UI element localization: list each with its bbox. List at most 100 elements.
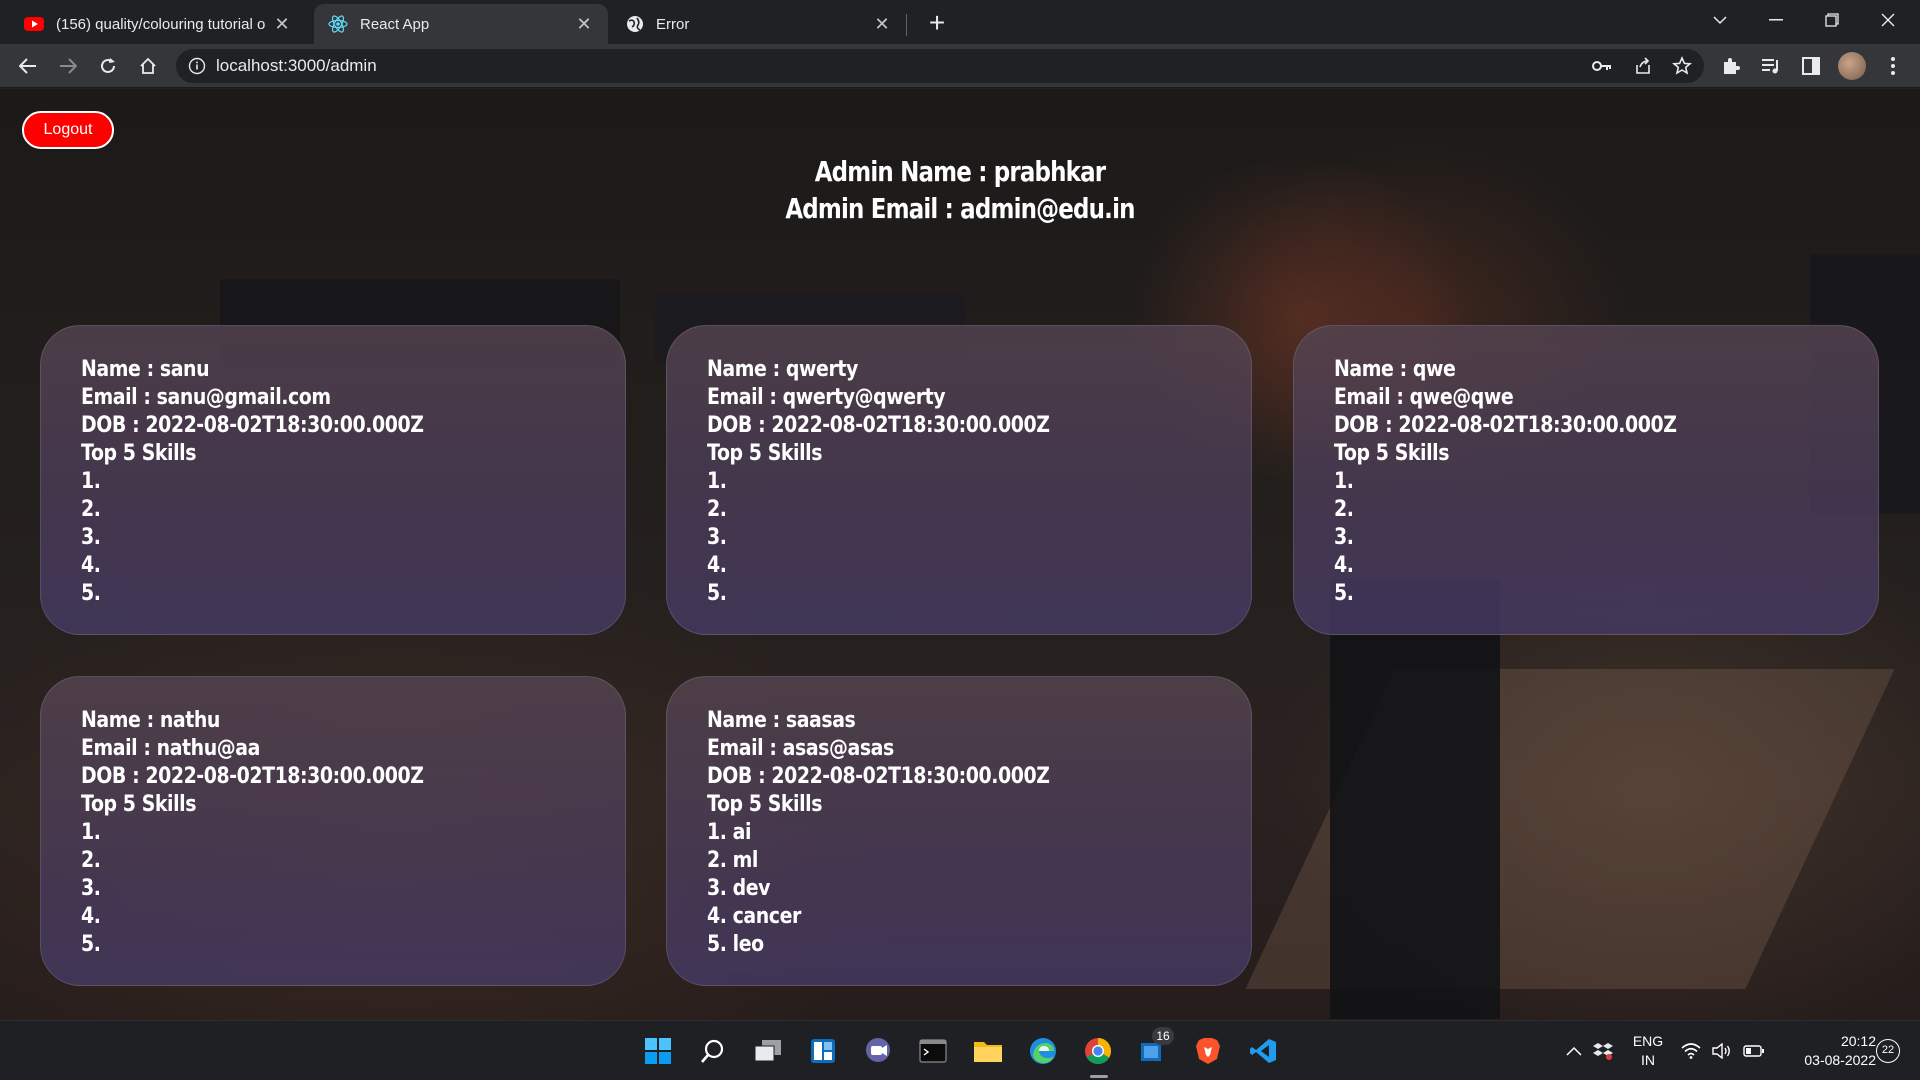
tab-react-app[interactable]: React App ✕ [314,4,608,44]
close-window-button[interactable] [1860,0,1916,40]
tab-separator [906,14,907,36]
extensions-icon[interactable] [1717,52,1745,80]
minimize-button[interactable] [1748,0,1804,40]
brave-icon [1196,1038,1220,1064]
admin-email: Admin Email : admin@edu.in [785,192,1135,225]
youtube-icon [24,17,44,31]
admin-page: Logout Admin Name : prabhkar Admin Email… [0,89,1920,1020]
skill-item: 4. [707,553,727,578]
windows-icon [645,1038,671,1064]
vscode-icon [1250,1039,1276,1063]
bookmark-star-icon[interactable] [1668,52,1696,80]
skill-item: 3. [1334,525,1354,550]
user-email: Email : asas@asas [707,736,894,761]
chat-icon [866,1038,890,1062]
language-indicator[interactable]: ENG [1628,1033,1668,1049]
site-info-icon[interactable] [188,57,206,75]
reload-button[interactable] [92,50,124,82]
user-email: Email : qwe@qwe [1334,385,1514,410]
address-bar[interactable]: localhost:3000/admin [176,49,1704,83]
user-email: Email : sanu@gmail.com [81,385,331,410]
start-button[interactable] [638,1031,678,1071]
taskbar: 16 ENG IN 20:12 03-08-2022 22 [0,1020,1920,1080]
battery-icon[interactable] [1736,1031,1772,1071]
task-view-button[interactable] [748,1031,788,1071]
react-icon [328,15,348,33]
active-app-indicator [1090,1075,1108,1078]
restore-button[interactable] [1804,0,1860,40]
user-dob: DOB : 2022-08-02T18:30:00.000Z [1334,413,1677,438]
url-text: localhost:3000/admin [216,56,377,75]
forward-button[interactable] [52,50,84,82]
skill-item: 4. [1334,553,1354,578]
skill-item: 2. ml [707,848,758,873]
close-tab-icon[interactable]: ✕ [574,14,594,35]
key-icon[interactable] [1588,52,1616,80]
home-button[interactable] [132,50,164,82]
terminal-button[interactable] [913,1031,953,1071]
user-name: Name : qwerty [707,357,858,382]
search-button[interactable] [693,1031,733,1071]
dropbox-icon [1593,1043,1613,1060]
chrome-button[interactable] [1078,1031,1118,1071]
skill-item: 2. [1334,497,1354,522]
user-dob: DOB : 2022-08-02T18:30:00.000Z [81,764,424,789]
back-button[interactable] [12,50,44,82]
chrome-icon [1085,1038,1112,1065]
user-card: Name : sanu Email : sanu@gmail.com DOB :… [40,325,626,635]
skill-item: 3. [707,525,727,550]
user-dob: DOB : 2022-08-02T18:30:00.000Z [81,413,424,438]
mail-badge: 16 [1152,1027,1174,1045]
user-card: Name : saasas Email : asas@asas DOB : 20… [666,676,1252,986]
share-icon[interactable] [1629,52,1657,80]
user-dob: DOB : 2022-08-02T18:30:00.000Z [707,413,1050,438]
user-card: Name : qwerty Email : qwerty@qwerty DOB … [666,325,1252,635]
user-name: Name : sanu [81,357,210,382]
skill-item: 5. [1334,581,1354,606]
user-email: Email : nathu@aa [81,736,260,761]
skill-item: 3. [81,876,101,901]
more-menu-icon[interactable] [1879,52,1907,80]
file-explorer-button[interactable] [968,1031,1008,1071]
vscode-button[interactable] [1243,1031,1283,1071]
close-tab-icon[interactable]: ✕ [872,14,892,35]
media-queue-icon[interactable] [1757,52,1785,80]
edge-button[interactable] [1023,1031,1063,1071]
skill-item: 1. [81,820,101,845]
tab-youtube[interactable]: (156) quality/colouring tutorial o ✕ [10,4,306,44]
skill-item: 4. cancer [707,904,801,929]
volume-icon[interactable] [1704,1031,1740,1071]
notification-badge[interactable]: 22 [1876,1039,1900,1063]
side-panel-icon[interactable] [1797,52,1825,80]
close-tab-icon[interactable]: ✕ [272,14,292,35]
tray-app-button[interactable] [1583,1031,1623,1071]
skills-heading: Top 5 Skills [707,441,823,466]
clock-date[interactable]: 03-08-2022 [1772,1052,1876,1068]
region-indicator[interactable]: IN [1628,1052,1668,1068]
widgets-button[interactable] [803,1031,843,1071]
clock-time[interactable]: 20:12 [1772,1033,1876,1049]
brave-button[interactable] [1188,1031,1228,1071]
chevron-up-icon [1566,1046,1582,1056]
task-view-icon [754,1040,781,1062]
skill-item: 5. [81,932,101,957]
teams-chat-button[interactable] [858,1031,898,1071]
logout-button[interactable]: Logout [22,111,114,149]
tab-error[interactable]: Error ✕ [612,4,906,44]
folder-icon [974,1042,1002,1062]
admin-name: Admin Name : prabhkar [814,155,1106,188]
profile-avatar[interactable] [1838,52,1866,80]
skill-item: 1. [81,469,101,494]
user-dob: DOB : 2022-08-02T18:30:00.000Z [707,764,1050,789]
skill-item: 2. [707,497,727,522]
user-name: Name : saasas [707,708,856,733]
skill-item: 2. [81,848,101,873]
terminal-icon [919,1039,947,1063]
browser-toolbar: localhost:3000/admin [0,44,1920,88]
new-tab-button[interactable]: + [920,6,954,40]
user-email: Email : qwerty@qwerty [707,385,946,410]
skills-heading: Top 5 Skills [707,792,823,817]
tab-search-icon[interactable] [1692,0,1748,40]
tab-title: Error [656,15,690,33]
background-chair [1330,579,1500,1019]
